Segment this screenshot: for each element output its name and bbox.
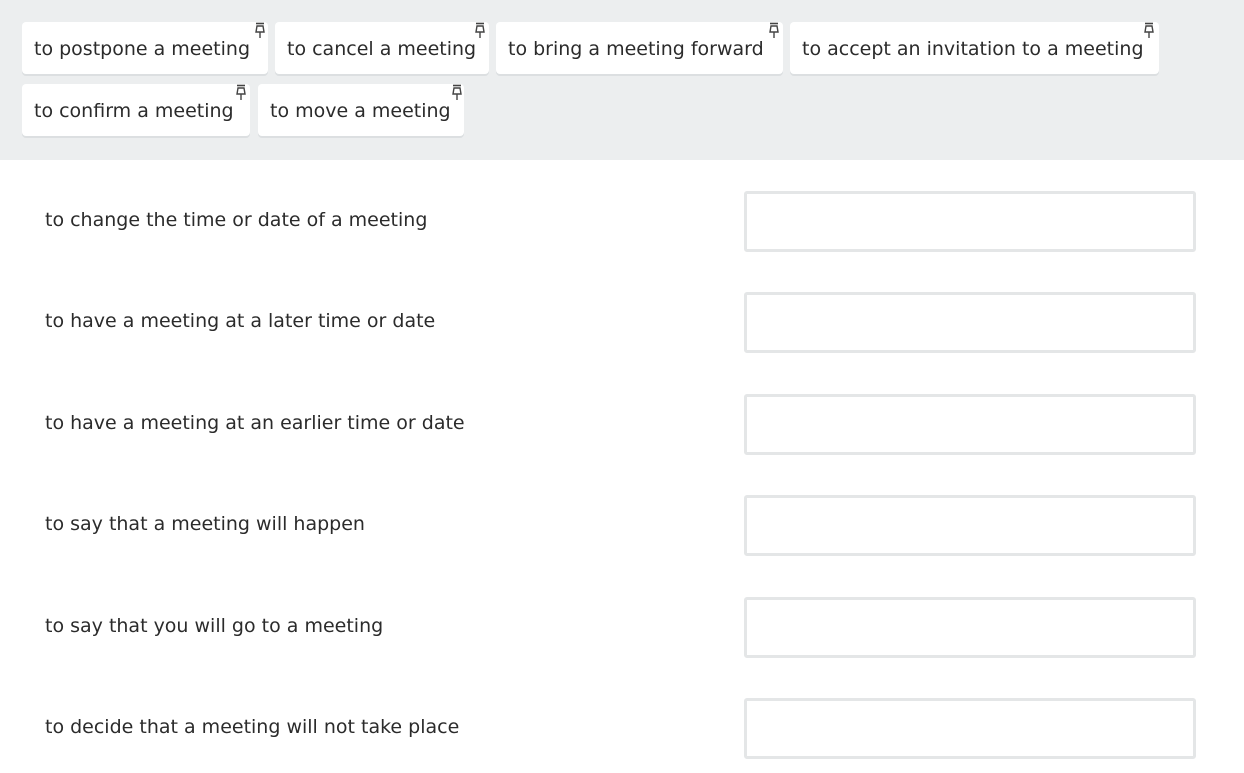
word-chip[interactable]: to cancel a meeting [275,22,489,74]
word-bank: to postpone a meeting to cancel a meetin… [0,0,1244,160]
pin-icon [475,22,485,38]
answer-drop-zone[interactable] [744,292,1196,353]
answer-drop-zone[interactable] [744,394,1196,455]
word-chip[interactable]: to postpone a meeting [22,22,268,74]
pin-icon [236,84,246,100]
chip-label: to confirm a meeting [34,100,234,122]
definition-text: to have a meeting at a later time or dat… [45,310,436,332]
definition-text: to decide that a meeting will not take p… [45,716,460,738]
word-chip[interactable]: to accept an invitation to a meeting [790,22,1159,74]
definition-text: to change the time or date of a meeting [45,209,428,231]
chip-label: to postpone a meeting [34,38,251,60]
chip-label: to cancel a meeting [287,38,477,60]
pin-icon [769,22,779,38]
answer-drop-zone[interactable] [744,191,1196,252]
answer-drop-zone[interactable] [744,698,1196,759]
chip-label: to bring a meeting forward [508,38,764,60]
word-chip[interactable]: to move a meeting [258,84,464,136]
pin-icon [1144,22,1154,38]
definition-text: to say that a meeting will happen [45,513,365,535]
pin-icon [452,84,462,100]
chip-label: to move a meeting [270,100,451,122]
chip-label: to accept an invitation to a meeting [802,38,1144,60]
pin-icon [255,22,265,38]
answer-drop-zone[interactable] [744,495,1196,556]
answer-drop-zone[interactable] [744,597,1196,658]
word-chip[interactable]: to confirm a meeting [22,84,250,136]
definition-text: to have a meeting at an earlier time or … [45,412,465,434]
word-chip[interactable]: to bring a meeting forward [496,22,783,74]
definition-text: to say that you will go to a meeting [45,615,384,637]
